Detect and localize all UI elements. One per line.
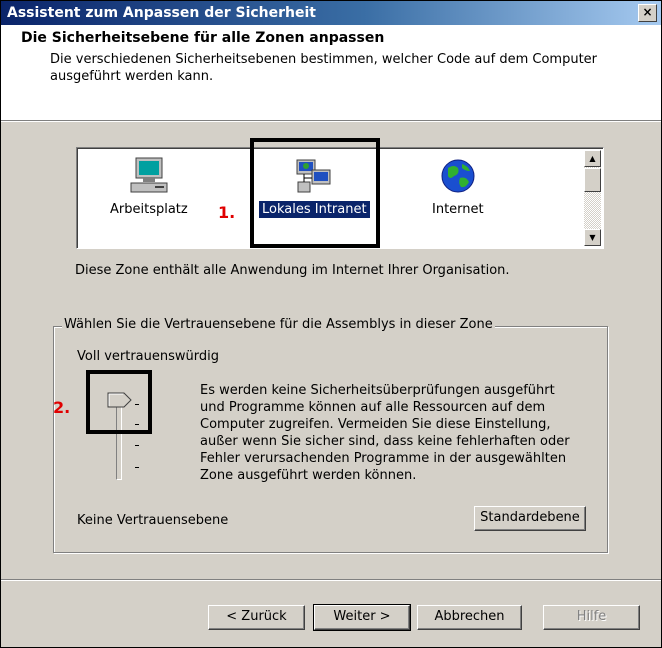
default-level-button[interactable]: Standardebene <box>474 506 586 531</box>
slider-tick <box>135 445 139 446</box>
scroll-down-button[interactable]: ▼ <box>584 229 601 246</box>
zone-label: Internet <box>432 202 484 217</box>
scroll-up-button[interactable]: ▲ <box>584 150 601 167</box>
page-title: Die Sicherheitsebene für alle Zonen anpa… <box>21 30 385 46</box>
page-subtitle: Die verschiedenen Sicherheitsebenen best… <box>50 52 598 84</box>
title-bar[interactable]: Assistent zum Anpassen der Sicherheit × <box>1 1 661 25</box>
zone-item-internet[interactable]: Internet <box>429 156 487 217</box>
next-button[interactable]: Weiter > <box>313 604 411 631</box>
slider-tick <box>135 467 139 468</box>
zone-item-arbeitsplatz[interactable]: Arbeitsplatz <box>107 156 191 217</box>
annotation-step-2: 2. <box>53 398 71 417</box>
annotation-box-zone <box>250 138 380 248</box>
slider-top-label: Voll vertrauenswürdig <box>77 349 219 364</box>
footer-divider <box>1 579 661 581</box>
computer-icon <box>129 156 169 196</box>
back-button[interactable]: < Zurück <box>208 605 305 630</box>
annotation-box-slider <box>86 370 152 434</box>
trust-level-description: Es werden keine Sicherheitsüberprüfungen… <box>200 383 570 483</box>
window-title: Assistent zum Anpassen der Sicherheit <box>7 5 316 21</box>
annotation-step-1: 1. <box>218 203 236 222</box>
help-button[interactable]: Hilfe <box>543 605 640 630</box>
slider-bottom-label: Keine Vertrauensebene <box>77 513 229 528</box>
scroll-thumb[interactable] <box>584 168 601 192</box>
close-button[interactable]: × <box>638 4 657 22</box>
cancel-button[interactable]: Abbrechen <box>417 605 522 630</box>
zone-description: Diese Zone enthält alle Anwendung im Int… <box>75 263 510 278</box>
trust-level-group-label: Wählen Sie die Vertrauensebene für die A… <box>62 317 495 332</box>
header-divider <box>1 120 661 122</box>
globe-icon <box>438 156 478 196</box>
zone-label: Arbeitsplatz <box>110 202 188 217</box>
wizard-window: Assistent zum Anpassen der Sicherheit × … <box>0 0 662 648</box>
zone-list-scrollbar[interactable]: ▲ ▼ <box>584 150 601 246</box>
